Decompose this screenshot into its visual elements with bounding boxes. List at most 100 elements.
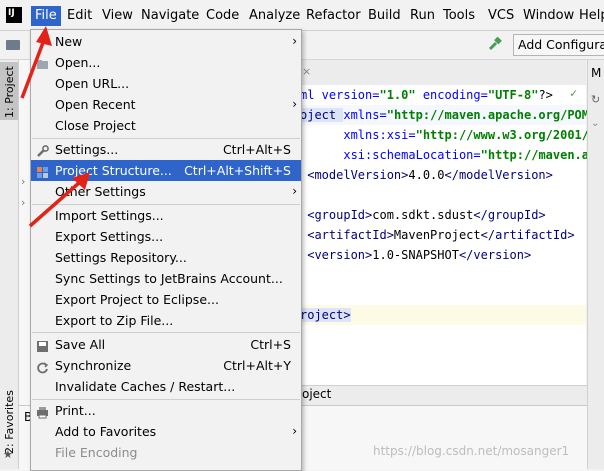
project-tool-tab-label: 1: Project [3, 66, 16, 118]
menu-vcs[interactable]: VCS [484, 6, 518, 26]
code-editor[interactable]: ml version="1.0" encoding="UTF-8"?> ojec… [300, 85, 596, 385]
menu-help[interactable]: Help [575, 6, 604, 26]
wrench-icon [36, 143, 49, 157]
refresh-icon[interactable]: ↻ [591, 93, 600, 106]
menu-item-label: Export to Zip File... [55, 313, 174, 328]
code-token: <groupId> [300, 208, 373, 222]
tab-close-icon[interactable]: × [302, 65, 311, 78]
menu-item-close-project[interactable]: Close Project [31, 115, 301, 136]
tree-expand-icon[interactable]: › [21, 175, 25, 188]
right-tool-window-strip: M ↻ ⌄ [587, 60, 604, 469]
code-token: "1.0" [379, 88, 416, 102]
favorites-tool-tab[interactable]: 2: Favorites [0, 380, 18, 458]
left-tool-window-strip: 1: Project 2: Favorites ★ [0, 60, 19, 469]
menu-item-label: Export Project to Eclipse... [55, 292, 219, 307]
code-token: xsi:schemaLocation= [343, 148, 481, 162]
menu-item-label: Project Structure... [55, 163, 172, 178]
submenu-arrow-icon: › [292, 34, 297, 48]
code-line: <groupId>com.sdkt.sdust</groupId> [300, 205, 546, 225]
run-configuration-button[interactable]: Add Configura [513, 34, 604, 56]
menu-item-label: Add to Favorites [55, 424, 157, 439]
menu-item-synchronize[interactable]: Synchronize Ctrl+Alt+Y [31, 355, 301, 376]
menu-code[interactable]: Code [202, 6, 243, 26]
save-icon [36, 338, 49, 352]
breadcrumb-project[interactable]: oject [302, 387, 331, 401]
favorites-tool-tab-label: 2: Favorites [3, 390, 16, 454]
menu-item-file-encoding: File Encoding [31, 442, 301, 463]
menu-item-project-structure[interactable]: Project Structure... Ctrl+Alt+Shift+S [31, 160, 301, 181]
code-token: </modelVersion> [444, 168, 553, 182]
menu-item-label: Print... [55, 403, 96, 418]
code-token: <version> [300, 248, 373, 262]
project-structure-icon [36, 164, 49, 178]
menu-item-label: Import Settings... [55, 208, 164, 223]
code-token: oject [300, 108, 344, 122]
menu-item-sync-settings[interactable]: Sync Settings to JetBrains Account... [31, 268, 301, 289]
code-token: </artifactId> [480, 228, 575, 242]
menu-item-add-to-favorites[interactable]: Add to Favorites › [31, 421, 301, 442]
code-token: <artifactId> [300, 228, 394, 242]
project-tool-tab[interactable]: 1: Project [0, 62, 18, 120]
menu-item-save-all[interactable]: Save All Ctrl+S [31, 334, 301, 355]
menu-refactor[interactable]: Refactor [302, 6, 365, 26]
menu-item-export-to-eclipse[interactable]: Export Project to Eclipse... [31, 289, 301, 310]
menu-item-label: Export Settings... [55, 229, 164, 244]
menu-item-label: File Encoding [55, 445, 138, 460]
favorites-star-icon: ★ [3, 448, 13, 461]
menu-item-shortcut: Ctrl+Alt+Y [223, 358, 291, 373]
code-line: xmlns:xsi="http://www.w3.org/2001/X [300, 125, 596, 145]
menu-item-settings-repository[interactable]: Settings Repository... [31, 247, 301, 268]
menu-item-other-settings[interactable]: Other Settings › [31, 181, 301, 202]
code-line: ml version="1.0" encoding="UTF-8"?> [300, 85, 553, 105]
maven-panel-label[interactable]: M [591, 66, 601, 80]
menu-item-label: Synchronize [55, 358, 132, 373]
menu-item-settings[interactable]: Settings... Ctrl+Alt+S [31, 139, 301, 160]
menu-item-open-url[interactable]: Open URL... [31, 73, 301, 94]
menu-item-open[interactable]: Open... [31, 52, 301, 73]
inspection-ok-check-icon: ✓ [570, 86, 578, 100]
menu-item-label: Save All [55, 337, 106, 352]
collapse-icon[interactable]: ⌄ [591, 118, 599, 129]
tree-expand-icon[interactable]: › [21, 196, 25, 209]
menu-build[interactable]: Build [364, 6, 405, 26]
code-token: </groupId> [473, 208, 546, 222]
menu-view[interactable]: View [98, 6, 137, 26]
menu-item-export-to-zip[interactable]: Export to Zip File... [31, 310, 301, 331]
folder-open-icon [36, 56, 49, 69]
menu-item-new[interactable]: New › [31, 31, 301, 52]
code-token: MavenProject [393, 228, 481, 242]
submenu-arrow-icon: › [292, 184, 297, 198]
menu-item-label: Sync Settings to JetBrains Account... [55, 271, 283, 286]
code-token: roject> [300, 308, 351, 322]
menu-item-import-settings[interactable]: Import Settings... [31, 205, 301, 226]
menu-window[interactable]: Window [519, 6, 578, 26]
menu-separator [32, 332, 300, 333]
code-token: 1.0-SNAPSHOT [372, 248, 459, 262]
editor-tab-bar: × [300, 60, 586, 86]
code-token: <modelVersion> [300, 168, 409, 182]
menu-file[interactable]: File [31, 6, 61, 26]
menu-run[interactable]: Run [406, 6, 439, 26]
menu-item-label: Settings Repository... [55, 250, 187, 265]
project-folder-icon [6, 40, 20, 50]
menu-edit[interactable]: Edit [63, 6, 96, 26]
code-token: </version> [458, 248, 532, 262]
code-line: roject> [300, 305, 586, 325]
menu-item-label: Close Project [55, 118, 136, 133]
menu-item-export-settings[interactable]: Export Settings... [31, 226, 301, 247]
menu-item-print[interactable]: Print... [31, 400, 301, 421]
code-token: ml version= [300, 88, 380, 102]
build-hammer-icon[interactable] [488, 36, 502, 51]
code-token: xmlns= [343, 108, 387, 122]
code-token: 4.0.0 [408, 168, 445, 182]
code-token: "UTF-8" [487, 88, 539, 102]
menu-item-invalidate-caches[interactable]: Invalidate Caches / Restart... [31, 376, 301, 397]
submenu-arrow-icon: › [292, 97, 297, 111]
menu-tools[interactable]: Tools [439, 6, 479, 26]
code-token: xmlns:xsi= [343, 128, 416, 142]
menu-navigate[interactable]: Navigate [137, 6, 203, 26]
menu-item-open-recent[interactable]: Open Recent › [31, 94, 301, 115]
menu-analyze[interactable]: Analyze [245, 6, 304, 26]
